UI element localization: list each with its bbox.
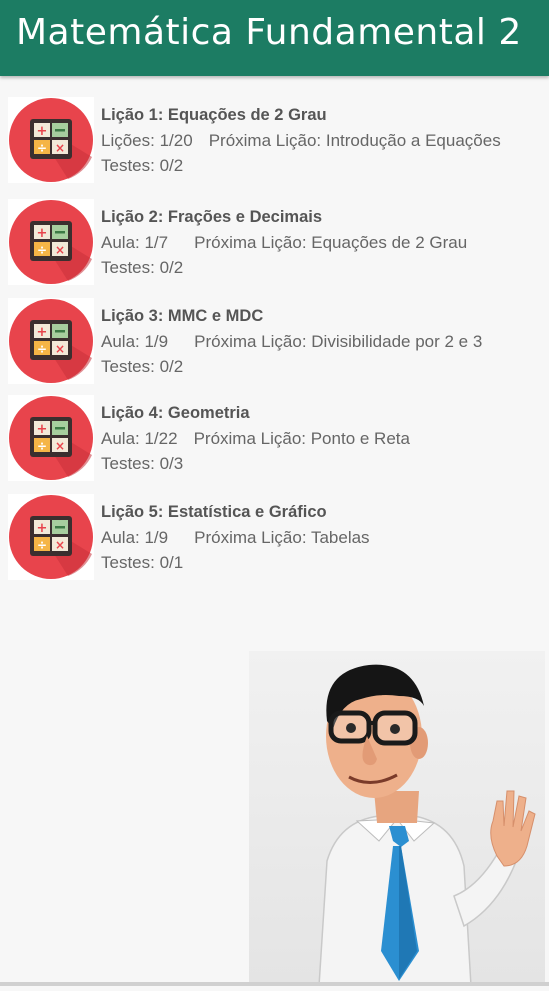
svg-text:×: × [55,439,65,453]
svg-text:×: × [55,243,65,257]
svg-text:+: + [37,124,48,139]
lesson-title: Lição 3: MMC e MDC [101,307,264,325]
svg-text:+: + [37,521,48,536]
lesson-tests: Testes: 0/1 [101,553,184,572]
lesson-item-3[interactable]: + ÷ × Lição 3: MMC e MDC Aula: 1/9 Próxim… [8,298,549,384]
calculator-icon: + ÷ × [8,199,94,285]
calculator-icon: + ÷ × [8,494,94,580]
calculator-icon: + ÷ × [8,298,94,384]
lesson-next: Próxima Lição: Ponto e Reta [193,429,410,448]
lesson-item-2[interactable]: + ÷ × Lição 2: Frações e Decimais Aula: … [8,199,549,285]
svg-text:+: + [37,422,48,437]
lesson-next: Próxima Lição: Tabelas [194,528,370,547]
teacher-mascot [249,651,545,987]
lesson-next: Próxima Lição: Divisibilidade por 2 e 3 [194,332,483,351]
calculator-icon: + ÷ × [8,395,94,481]
lesson-item-4[interactable]: + ÷ × Lição 4: Geometria Aula: 1/22 Próxi… [8,395,549,481]
lesson-next: Próxima Lição: Introdução a Equações [208,131,501,150]
lesson-tests: Testes: 0/2 [101,357,184,376]
svg-text:+: + [37,325,48,340]
svg-text:+: + [37,226,48,241]
lesson-item-1[interactable]: + ÷ × Lição 1: Equações de 2 Grau Lições… [8,97,549,183]
svg-text:×: × [55,141,65,155]
svg-text:÷: ÷ [37,538,47,552]
bottom-divider [0,982,549,986]
lesson-tests: Testes: 0/2 [101,156,184,175]
lesson-tests: Testes: 0/2 [101,258,184,277]
lesson-tests: Testes: 0/3 [101,454,184,473]
lesson-progress: Aula: 1/9 [101,528,169,547]
calculator-icon: + ÷ × [8,97,94,183]
lesson-next: Próxima Lição: Equações de 2 Grau [194,233,468,252]
svg-text:×: × [55,342,65,356]
app-title: Matemática Fundamental 2 [16,12,522,53]
lesson-progress: Aula: 1/22 [101,429,178,448]
svg-text:÷: ÷ [37,342,47,356]
svg-text:÷: ÷ [37,243,47,257]
lesson-title: Lição 1: Equações de 2 Grau [101,106,327,124]
lesson-progress: Aula: 1/7 [101,233,169,252]
lesson-title: Lição 4: Geometria [101,404,250,422]
lesson-title: Lição 2: Frações e Decimais [101,208,323,226]
lesson-progress: Lições: 1/20 [101,131,193,150]
svg-text:×: × [55,538,65,552]
lesson-title: Lição 5: Estatística e Gráfico [101,503,327,521]
lesson-progress: Aula: 1/9 [101,332,169,351]
app-bar: Matemática Fundamental 2 [0,0,549,76]
svg-text:÷: ÷ [37,141,47,155]
lesson-item-5[interactable]: + ÷ × Lição 5: Estatística e Gráfico Aul… [8,494,549,580]
svg-text:÷: ÷ [37,439,47,453]
